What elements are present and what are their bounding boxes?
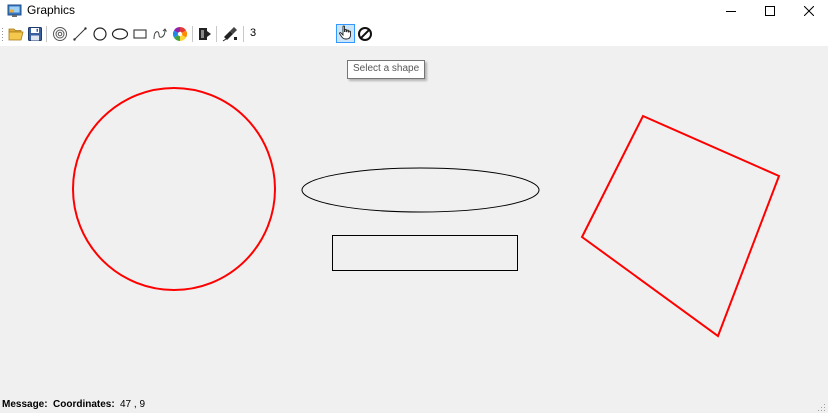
no-entry-icon — [357, 26, 373, 42]
maximize-icon — [765, 6, 775, 16]
coordinates-label: Coordinates: — [53, 399, 115, 410]
toolbar-separator — [46, 26, 47, 42]
curve-button[interactable] — [151, 25, 169, 43]
fill-icon — [197, 26, 213, 42]
tooltip: Select a shape — [347, 60, 426, 79]
circle-button[interactable] — [91, 25, 109, 43]
shape-polygon[interactable] — [580, 114, 781, 338]
toolbar-separator — [216, 26, 217, 42]
rectangle-button[interactable] — [131, 25, 149, 43]
color-wheel-icon — [172, 26, 188, 42]
toolbar-separator — [243, 26, 244, 42]
circle-icon — [92, 26, 108, 42]
line-button[interactable] — [71, 25, 89, 43]
brush-button[interactable] — [221, 25, 239, 43]
rectangle-icon — [132, 26, 148, 42]
hand-pointer-icon — [338, 25, 353, 43]
minimize-icon — [726, 6, 736, 16]
toolbar — [0, 22, 828, 46]
folder-open-icon — [8, 26, 24, 42]
curve-icon — [152, 26, 168, 42]
minimize-button[interactable] — [712, 0, 750, 22]
concentric-circles-button[interactable] — [51, 25, 69, 43]
coordinates-value: 47 , 9 — [120, 399, 146, 410]
shape-rectangle[interactable] — [332, 235, 518, 271]
message-label: Message: — [2, 399, 48, 410]
size-grip-icon[interactable] — [816, 401, 826, 411]
floppy-disk-icon — [27, 26, 43, 42]
select-shape-button[interactable] — [336, 24, 355, 43]
drawing-canvas[interactable] — [0, 46, 828, 396]
title-bar[interactable]: Graphics — [0, 0, 828, 22]
line-width-input[interactable] — [247, 24, 333, 42]
app-icon — [7, 3, 22, 18]
brush-icon — [221, 26, 239, 42]
open-button[interactable] — [7, 25, 25, 43]
ellipse-icon — [111, 26, 129, 42]
close-button[interactable] — [790, 0, 828, 22]
color-button[interactable] — [171, 25, 189, 43]
window-title: Graphics — [27, 3, 76, 17]
maximize-button[interactable] — [751, 0, 789, 22]
save-button[interactable] — [26, 25, 44, 43]
app-window: Graphics 3 Select a shape Message: Coord… — [0, 0, 828, 413]
concentric-circles-icon — [52, 26, 68, 42]
shape-circle[interactable] — [72, 87, 276, 291]
cancel-button[interactable] — [356, 25, 374, 43]
line-icon — [72, 26, 88, 42]
toolbar-grip-icon[interactable] — [2, 27, 4, 41]
shape-ellipse[interactable] — [301, 167, 540, 213]
fill-button[interactable] — [196, 25, 214, 43]
close-icon — [804, 6, 814, 16]
ellipse-button[interactable] — [111, 25, 129, 43]
status-bar: Message: Coordinates: 47 , 9 — [0, 396, 828, 413]
toolbar-separator — [192, 26, 193, 42]
